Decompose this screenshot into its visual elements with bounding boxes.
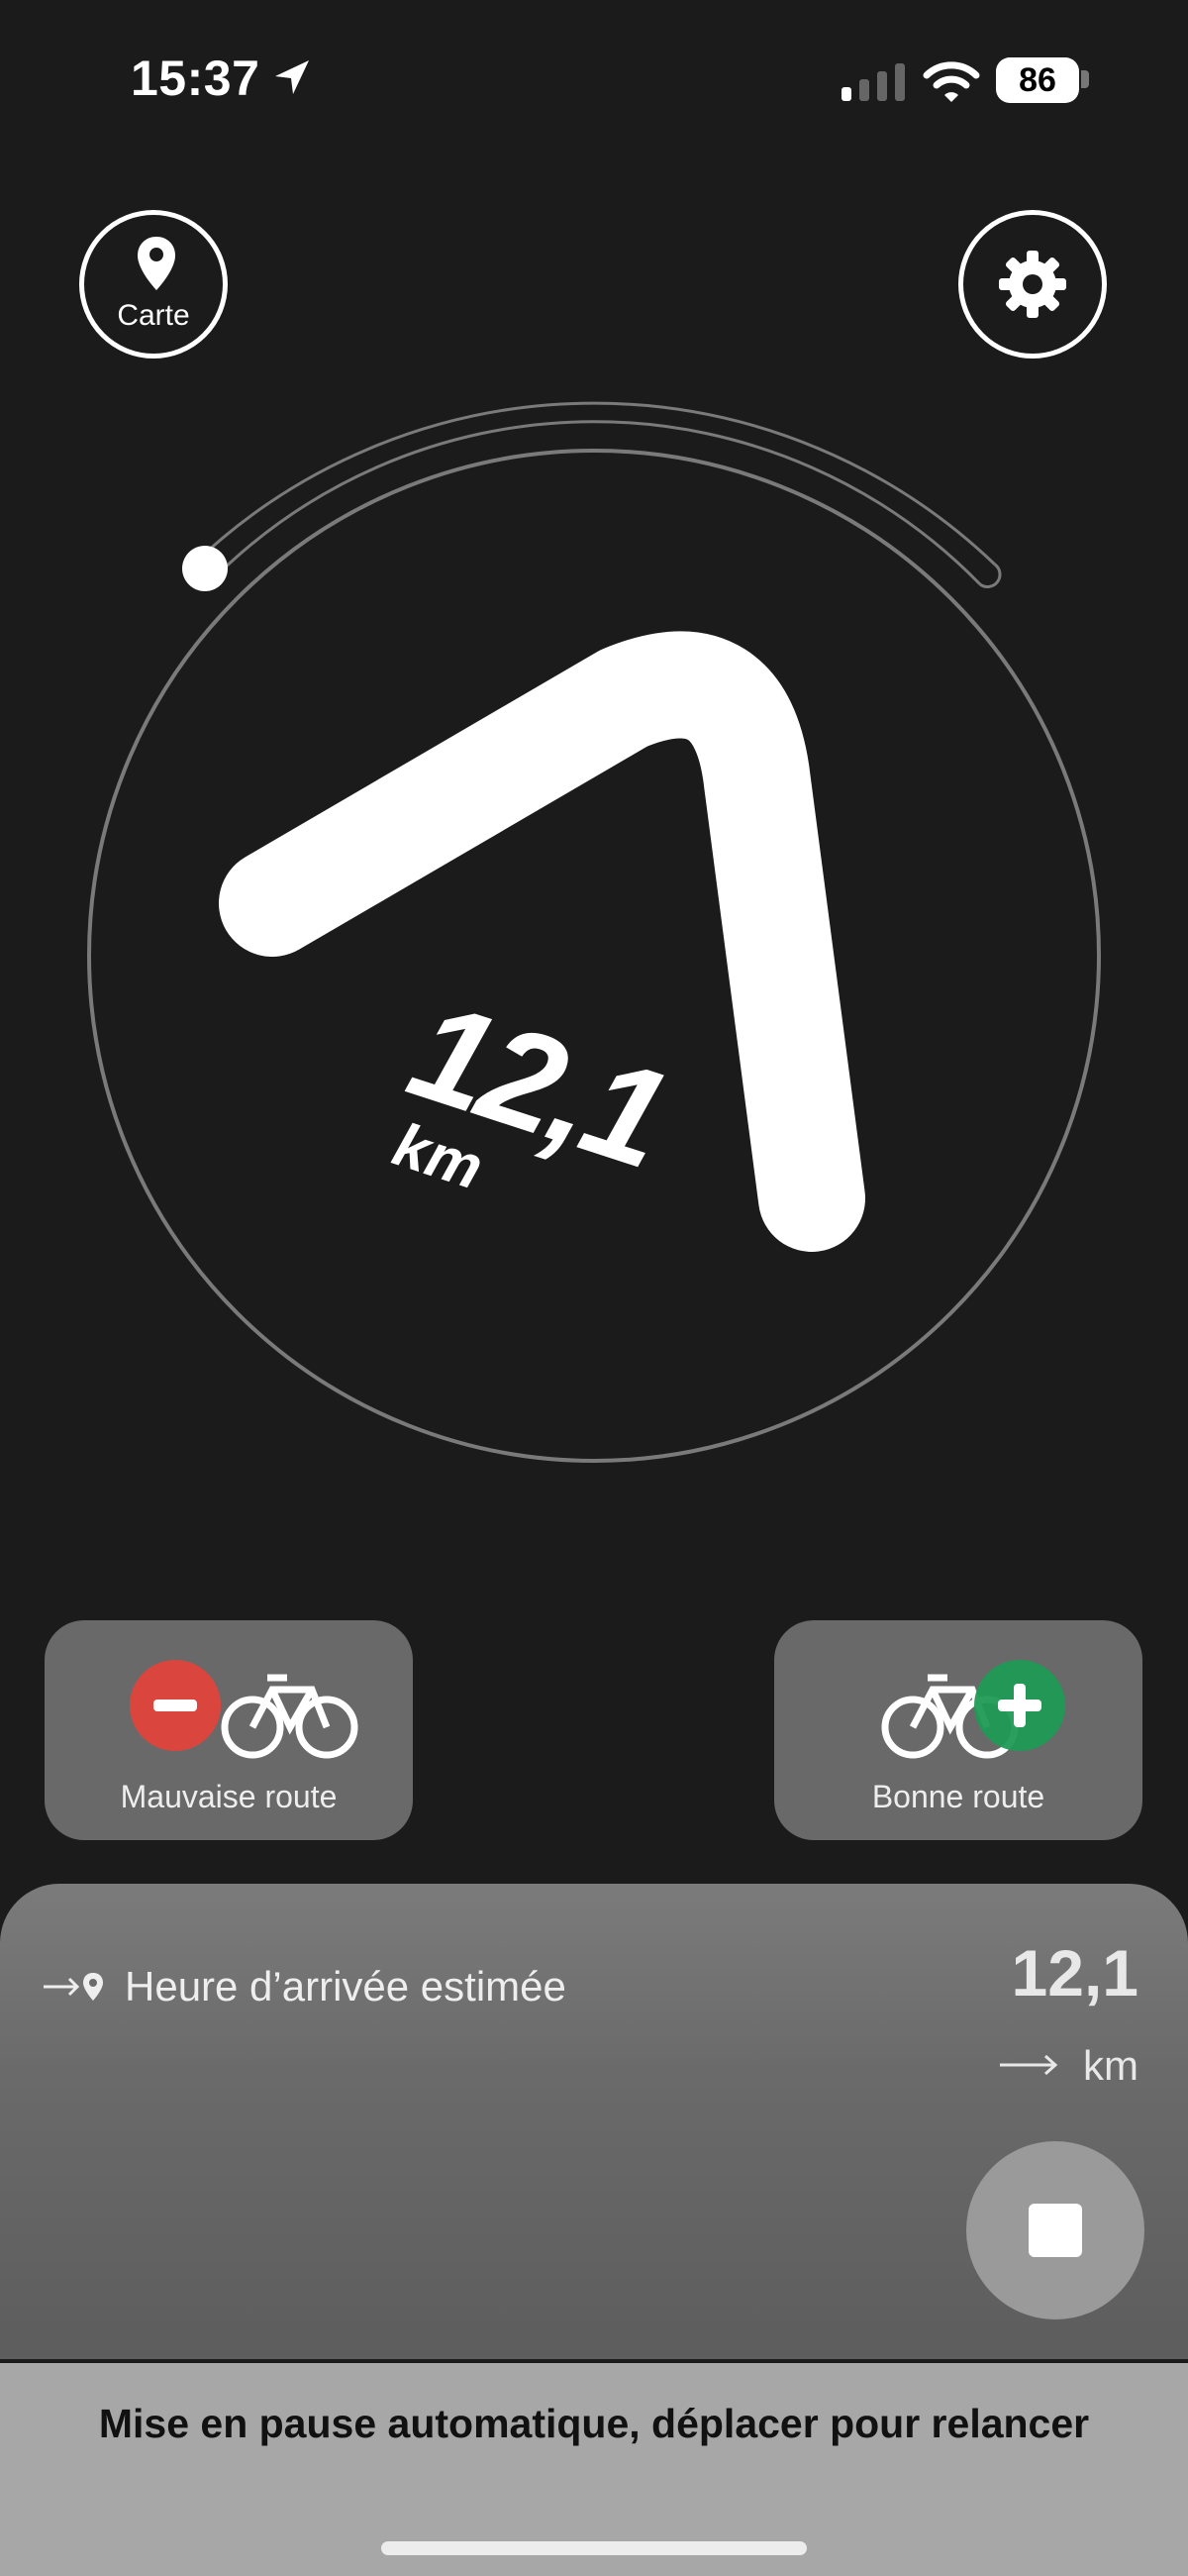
stop-button[interactable]: [966, 2141, 1144, 2319]
long-arrow-icon: [1000, 2054, 1058, 2076]
heading-arc-cap: [979, 563, 1002, 588]
stop-icon: [1029, 2204, 1082, 2257]
home-indicator[interactable]: [381, 2541, 807, 2555]
compass-ring: [87, 449, 1101, 1463]
heading-arc-outer: [191, 401, 997, 567]
bad-route-label: Mauvaise route: [120, 1779, 338, 1814]
bad-route-button[interactable]: Mauvaise route: [45, 1620, 413, 1840]
bottom-panel: Heure d’arrivée estimée 12,1 km: [0, 1884, 1188, 2359]
remaining-distance-value: 12,1: [1011, 1936, 1138, 2009]
remaining-distance-unit: km: [1083, 2042, 1138, 2089]
good-route-label: Bonne route: [871, 1779, 1045, 1814]
good-route-icon: [881, 1660, 1065, 1759]
eta-row: Heure d’arrivée estimée: [42, 1963, 566, 2010]
eta-label: Heure d’arrivée estimée: [125, 1963, 566, 2009]
arrow-to-pin-icon: [44, 1973, 103, 2001]
bad-route-icon: [130, 1660, 358, 1759]
heading-arc-inner: [206, 420, 982, 586]
good-route-button[interactable]: Bonne route: [774, 1620, 1142, 1840]
auto-pause-text: Mise en pause automatique, déplacer pour…: [98, 2401, 1090, 2446]
heading-dot: [182, 546, 228, 591]
